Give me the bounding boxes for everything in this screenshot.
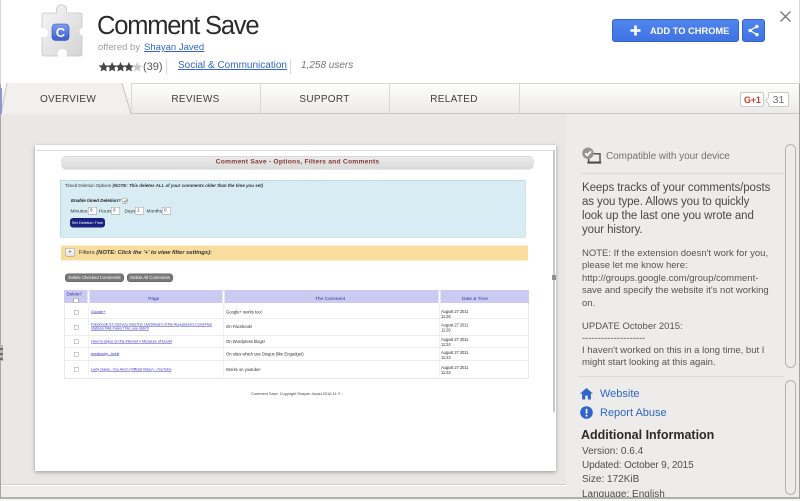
svg-text:C: C (56, 25, 66, 40)
